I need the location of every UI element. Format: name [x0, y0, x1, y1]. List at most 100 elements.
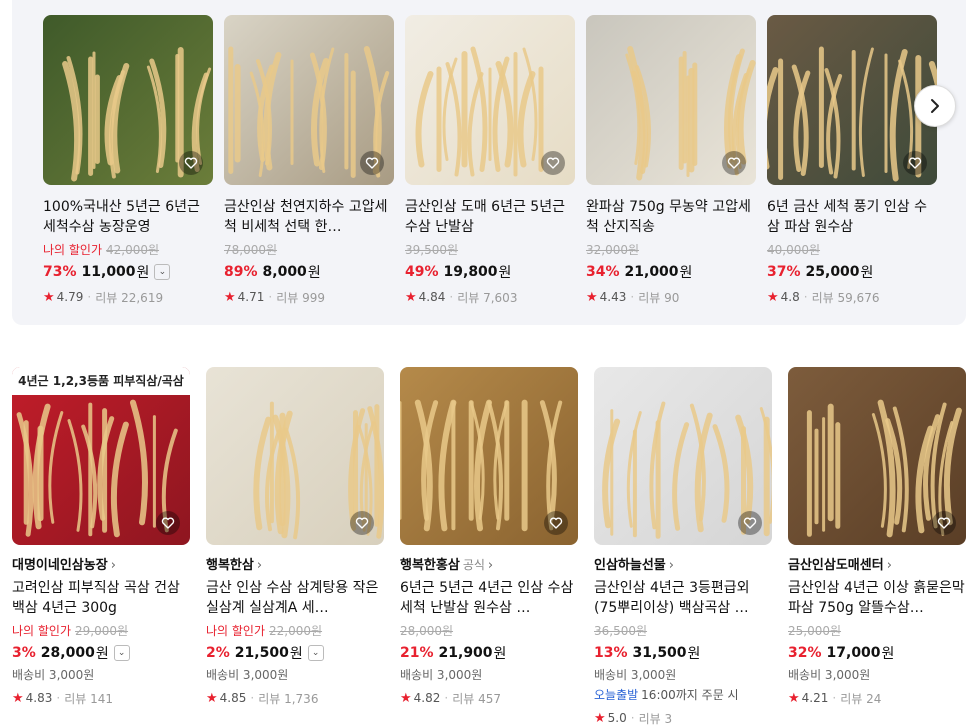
price-row: 89% 8,000 원 [224, 261, 394, 283]
sale-price: 21,500 [234, 645, 289, 661]
product-title[interactable]: 금산인삼 천연지하수 고압세척 비세척 선택 한… [224, 197, 394, 237]
separator-dot: · [803, 290, 808, 304]
product-title[interactable]: 금산인삼 도매 6년근 5년근 수삼 난발삼 [405, 197, 575, 237]
heart-icon [184, 157, 198, 169]
review-count[interactable]: 리뷰 457 [452, 690, 501, 707]
original-price-row: 28,000원 [400, 622, 578, 640]
carousel-next-button[interactable] [914, 85, 956, 127]
product-title[interactable]: 고려인삼 피부직삼 곡삼 건삼 백삼 4년근 300g [12, 578, 190, 618]
heart-icon [908, 157, 922, 169]
product-image[interactable] [224, 15, 394, 185]
chevron-right-icon: › [668, 558, 674, 573]
store-name: 금산인삼도매센터 [788, 558, 884, 573]
discount-rate: 73% [43, 264, 77, 280]
product-title[interactable]: 100%국내산 5년근 6년근 세척수삼 농장운영 [43, 197, 213, 237]
review-count[interactable]: 리뷰 7,603 [457, 289, 517, 306]
product-image[interactable] [405, 15, 575, 185]
product-card[interactable]: 완파삼 750g 무농약 고압세척 산지직송 32,000원 34% 21,000… [586, 15, 756, 307]
product-title[interactable]: 금산 인삼 수삼 삼계탕용 작은 실삼계 실삼계A 세… [206, 578, 384, 618]
currency-unit: 원 [498, 265, 512, 281]
review-count[interactable]: 리뷰 141 [64, 690, 113, 707]
wishlist-button[interactable] [179, 151, 203, 175]
wishlist-button[interactable] [541, 151, 565, 175]
chevron-right-icon: › [487, 558, 494, 573]
store-link[interactable]: 행복한삼 › [206, 554, 384, 574]
store-name: 행복한홍삼 [400, 558, 460, 573]
product-image[interactable] [586, 15, 756, 185]
original-price: 39,500원 [405, 243, 459, 257]
product-title[interactable]: 6년근 5년근 4년근 인삼 수삼 세척 난발삼 원수삼 … [400, 578, 578, 618]
rating-row: ★ 4.82 · 리뷰 457 [400, 688, 578, 708]
my-discount-label: 나의 할인가 [206, 624, 266, 638]
product-card[interactable]: 금산인삼 도매 6년근 5년근 수삼 난발삼 39,500원 49% 19,800… [405, 15, 575, 307]
price-row: 21% 21,900 원 [400, 642, 578, 664]
product-image[interactable] [43, 15, 213, 185]
rating-score: 4.82 [413, 691, 441, 705]
product-card[interactable]: 4년근 1,2,3등품 피부직삼/곡삼 대명이네인삼농장 › 고려인삼 피부직삼 곡… [12, 367, 190, 708]
price-detail-button[interactable]: ⌄ [113, 645, 130, 661]
review-count[interactable]: 리뷰 24 [840, 690, 881, 707]
rating-score: 4.79 [56, 290, 84, 304]
discount-rate: 32% [788, 645, 822, 661]
heart-icon [365, 157, 379, 169]
rating-row: ★ 4.8 · 리뷰 59,676 [767, 287, 937, 307]
product-image[interactable] [594, 367, 772, 545]
product-card[interactable]: 100%국내산 5년근 6년근 세척수삼 농장운영 나의 할인가 42,000원 7… [43, 15, 213, 307]
review-count[interactable]: 리뷰 1,736 [258, 690, 318, 707]
wishlist-button[interactable] [722, 151, 746, 175]
original-price: 29,000원 [75, 624, 129, 638]
product-card[interactable]: 행복한홍삼 공식 › 6년근 5년근 4년근 인삼 수삼 세척 난발삼 원수삼 … 28… [400, 367, 578, 708]
wishlist-button[interactable] [544, 511, 568, 535]
store-link[interactable]: 금산인삼도매센터 › [788, 554, 966, 574]
product-card[interactable]: 6년 금산 세척 풍기 인삼 수삼 파삼 원수삼 40,000원 37% 25,0… [767, 15, 937, 307]
price-row: 73% 11,000 원 ⌄ [43, 261, 213, 283]
product-card[interactable]: 금산인삼도매센터 › 금산인삼 4년근 이상 흙묻은막파삼 750g 알뜰수삼… 25… [788, 367, 966, 708]
review-count[interactable]: 리뷰 59,676 [812, 289, 880, 306]
product-image[interactable] [767, 15, 937, 185]
wishlist-button[interactable] [156, 511, 180, 535]
price-row: 34% 21,000 원 [586, 261, 756, 283]
review-count[interactable]: 리뷰 999 [276, 289, 325, 306]
product-image[interactable] [400, 367, 578, 545]
wishlist-button[interactable] [903, 151, 927, 175]
wishlist-button[interactable] [932, 511, 956, 535]
product-card[interactable]: 인삼하늘선물 › 금산인삼 4년근 3등편급외(75뿌리이상) 백삼곡삼 … 36,5… [594, 367, 772, 728]
wishlist-button[interactable] [738, 511, 762, 535]
rating-row: ★ 4.21 · 리뷰 24 [788, 688, 966, 708]
currency-unit: 원 [289, 646, 303, 662]
product-card[interactable]: 금산인삼 천연지하수 고압세척 비세척 선택 한… 78,000원 89% 8,0… [224, 15, 394, 307]
store-link[interactable]: 인삼하늘선물 › [594, 554, 772, 574]
review-count[interactable]: 리뷰 22,619 [95, 289, 163, 306]
wishlist-button[interactable] [350, 511, 374, 535]
wishlist-button[interactable] [360, 151, 384, 175]
chevron-right-icon: › [110, 558, 116, 573]
original-price-row: 78,000원 [224, 241, 394, 259]
price-detail-button[interactable]: ⌄ [154, 264, 171, 280]
sale-price: 17,000 [826, 645, 881, 661]
product-image[interactable] [206, 367, 384, 545]
heart-icon [727, 157, 741, 169]
store-link[interactable]: 대명이네인삼농장 › [12, 554, 190, 574]
chevron-right-icon: › [886, 558, 892, 573]
price-row: 32% 17,000 원 [788, 642, 966, 664]
price-row: 37% 25,000 원 [767, 261, 937, 283]
product-title[interactable]: 완파삼 750g 무농약 고압세척 산지직송 [586, 197, 756, 237]
currency-unit: 원 [307, 265, 321, 281]
review-count[interactable]: 리뷰 90 [638, 289, 679, 306]
currency-unit: 원 [95, 646, 109, 662]
star-icon: ★ [405, 289, 417, 305]
product-title[interactable]: 6년 금산 세척 풍기 인삼 수삼 파삼 원수삼 [767, 197, 937, 237]
product-image[interactable]: 4년근 1,2,3등품 피부직삼/곡삼 [12, 367, 190, 545]
original-price-row: 25,000원 [788, 622, 966, 640]
store-link[interactable]: 행복한홍삼 공식 › [400, 554, 578, 574]
product-card[interactable]: 행복한삼 › 금산 인삼 수삼 삼계탕용 작은 실삼계 실삼계A 세… 나의 할인가 2… [206, 367, 384, 708]
product-title[interactable]: 금산인삼 4년근 3등편급외(75뿌리이상) 백삼곡삼 … [594, 578, 772, 618]
separator-dot: · [449, 290, 454, 304]
rating-score: 4.71 [237, 290, 265, 304]
price-detail-button[interactable]: ⌄ [307, 645, 324, 661]
rating-score: 4.84 [418, 290, 446, 304]
product-image[interactable] [788, 367, 966, 545]
product-title[interactable]: 금산인삼 4년근 이상 흙묻은막파삼 750g 알뜰수삼… [788, 578, 966, 618]
star-icon: ★ [12, 690, 24, 706]
original-price-row: 39,500원 [405, 241, 575, 259]
